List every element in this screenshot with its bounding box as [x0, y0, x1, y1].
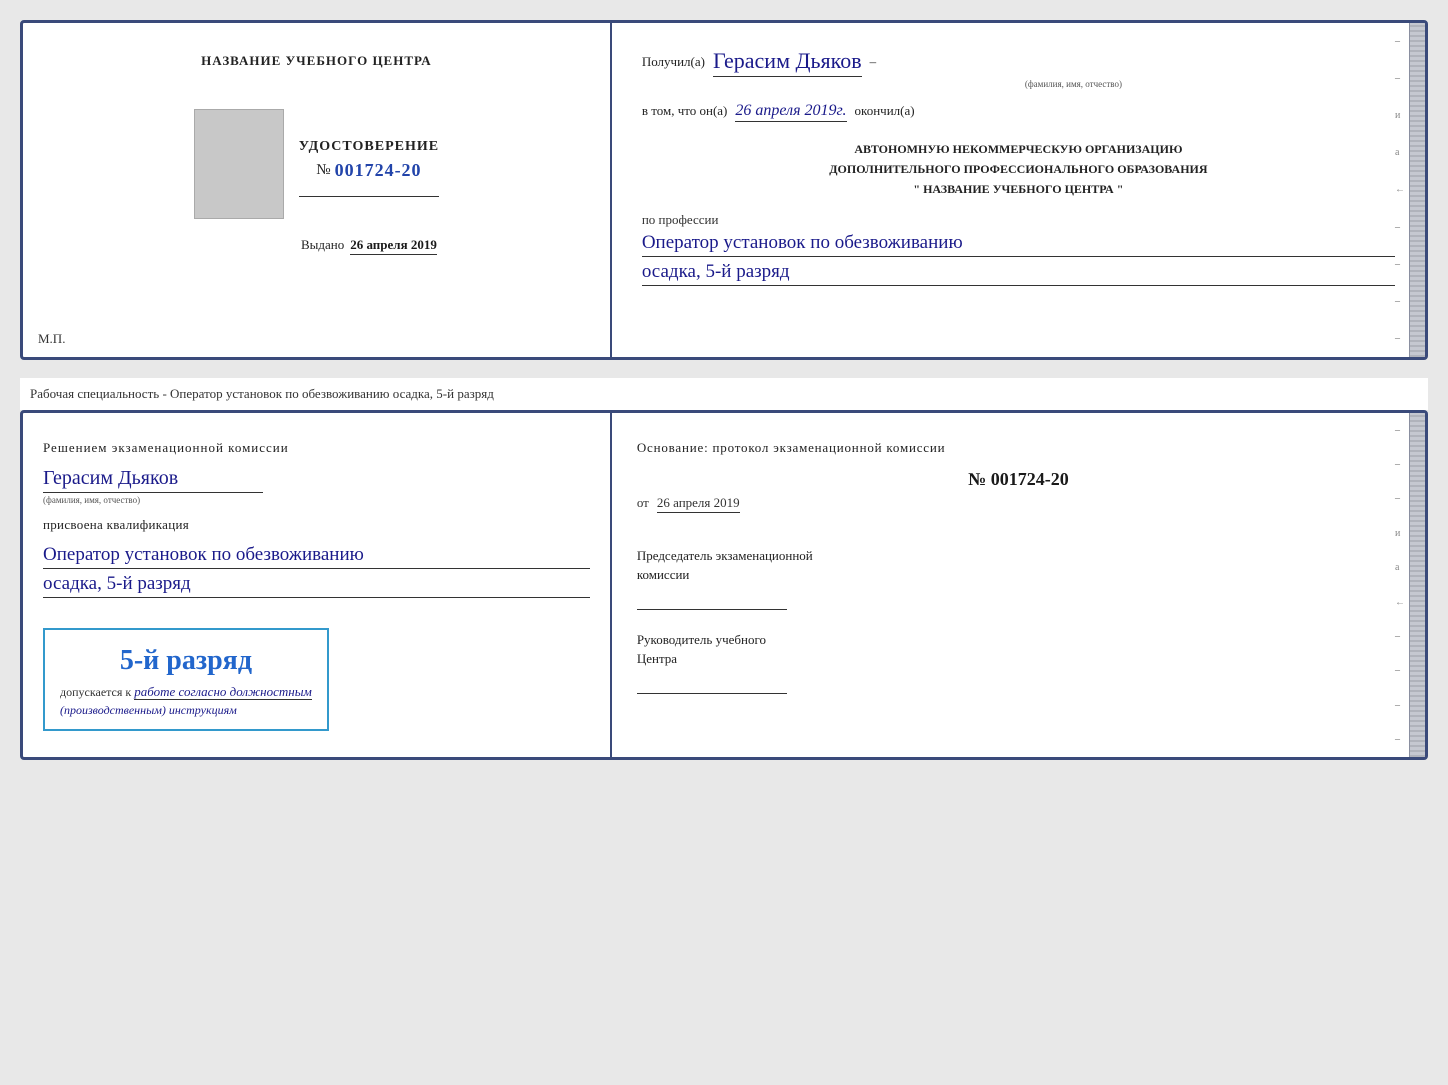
profession-line2: осадка, 5-й разряд — [642, 261, 1395, 286]
top-cert-right: Получил(а) Герасим Дьяков – (фамилия, им… — [612, 23, 1425, 357]
date-prefix: от — [637, 495, 649, 511]
allowed-suffix: (производственным) инструкциям — [60, 703, 237, 717]
body1-text: в том, что он(а) — [642, 101, 728, 121]
person-subtitle: (фамилия, имя, отчество) — [43, 495, 590, 505]
director-label: Руководитель учебного Центра — [637, 630, 1400, 669]
cert-number: 001724-20 — [335, 160, 422, 181]
bottom-certificate: Решением экзаменационной комиссии Гераси… — [20, 410, 1428, 760]
specialty-description: Рабочая специальность - Оператор установ… — [30, 386, 494, 401]
rank-text: 5-й разряд — [60, 645, 312, 677]
photo-placeholder — [194, 109, 284, 219]
training-center-label: НАЗВАНИЕ УЧЕБНОГО ЦЕНТРА — [201, 53, 432, 69]
top-certificate: НАЗВАНИЕ УЧЕБНОГО ЦЕНТРА УДОСТОВЕРЕНИЕ №… — [20, 20, 1428, 360]
completed-label: окончил(а) — [855, 101, 915, 121]
protocol-number: № 001724-20 — [637, 469, 1400, 490]
bottom-cert-left: Решением экзаменационной комиссии Гераси… — [23, 413, 612, 757]
allowed-prefix: допускается к — [60, 685, 131, 699]
issued-date: 26 апреля 2019 — [350, 237, 437, 255]
decision-text: Решением экзаменационной комиссии — [43, 438, 590, 459]
assigned-label: присвоена квалификация — [43, 515, 590, 536]
recipient-subtitle: (фамилия, имя, отчество) — [752, 79, 1395, 89]
chairman-signature-line — [637, 590, 787, 610]
recipient-name: Герасим Дьяков — [713, 48, 862, 77]
protocol-date: 26 апреля 2019 — [657, 495, 740, 513]
basis-text: Основание: протокол экзаменационной коми… — [637, 438, 1400, 459]
received-label: Получил(а) — [642, 52, 705, 72]
director-signature-line — [637, 674, 787, 694]
qualification-line2: осадка, 5-й разряд — [43, 573, 590, 598]
person-name: Герасим Дьяков — [43, 467, 263, 493]
cert-number-prefix: № — [316, 162, 330, 179]
org-block: АВТОНОМНУЮ НЕКОММЕРЧЕСКУЮ ОРГАНИЗАЦИЮ ДО… — [642, 139, 1395, 200]
chairman-label: Председатель экзаменационной комиссии — [637, 546, 1400, 585]
qualification-line1: Оператор установок по обезвоживанию — [43, 544, 590, 569]
allowed-text: допускается к работе согласно должностны… — [60, 682, 312, 720]
completion-date: 26 апреля 2019г. — [735, 102, 846, 122]
top-cert-left: НАЗВАНИЕ УЧЕБНОГО ЦЕНТРА УДОСТОВЕРЕНИЕ №… — [23, 23, 612, 357]
right-edge-decoration — [1409, 23, 1425, 357]
bottom-cert-right: Основание: протокол экзаменационной коми… — [612, 413, 1425, 757]
profession-line1: Оператор установок по обезвоживанию — [642, 232, 1395, 257]
bottom-right-edge-decoration — [1409, 413, 1425, 757]
dash: – — [870, 52, 877, 72]
rank-box: 5-й разряд допускается к работе согласно… — [43, 628, 329, 732]
profession-label: по профессии — [642, 212, 1395, 228]
cert-title: УДОСТОВЕРЕНИЕ — [299, 139, 439, 155]
mp-label: М.П. — [38, 331, 65, 347]
issued-label: Выдано — [301, 237, 344, 253]
between-text: Рабочая специальность - Оператор установ… — [20, 378, 1428, 410]
allowed-handwritten: работе согласно должностным — [134, 684, 312, 700]
